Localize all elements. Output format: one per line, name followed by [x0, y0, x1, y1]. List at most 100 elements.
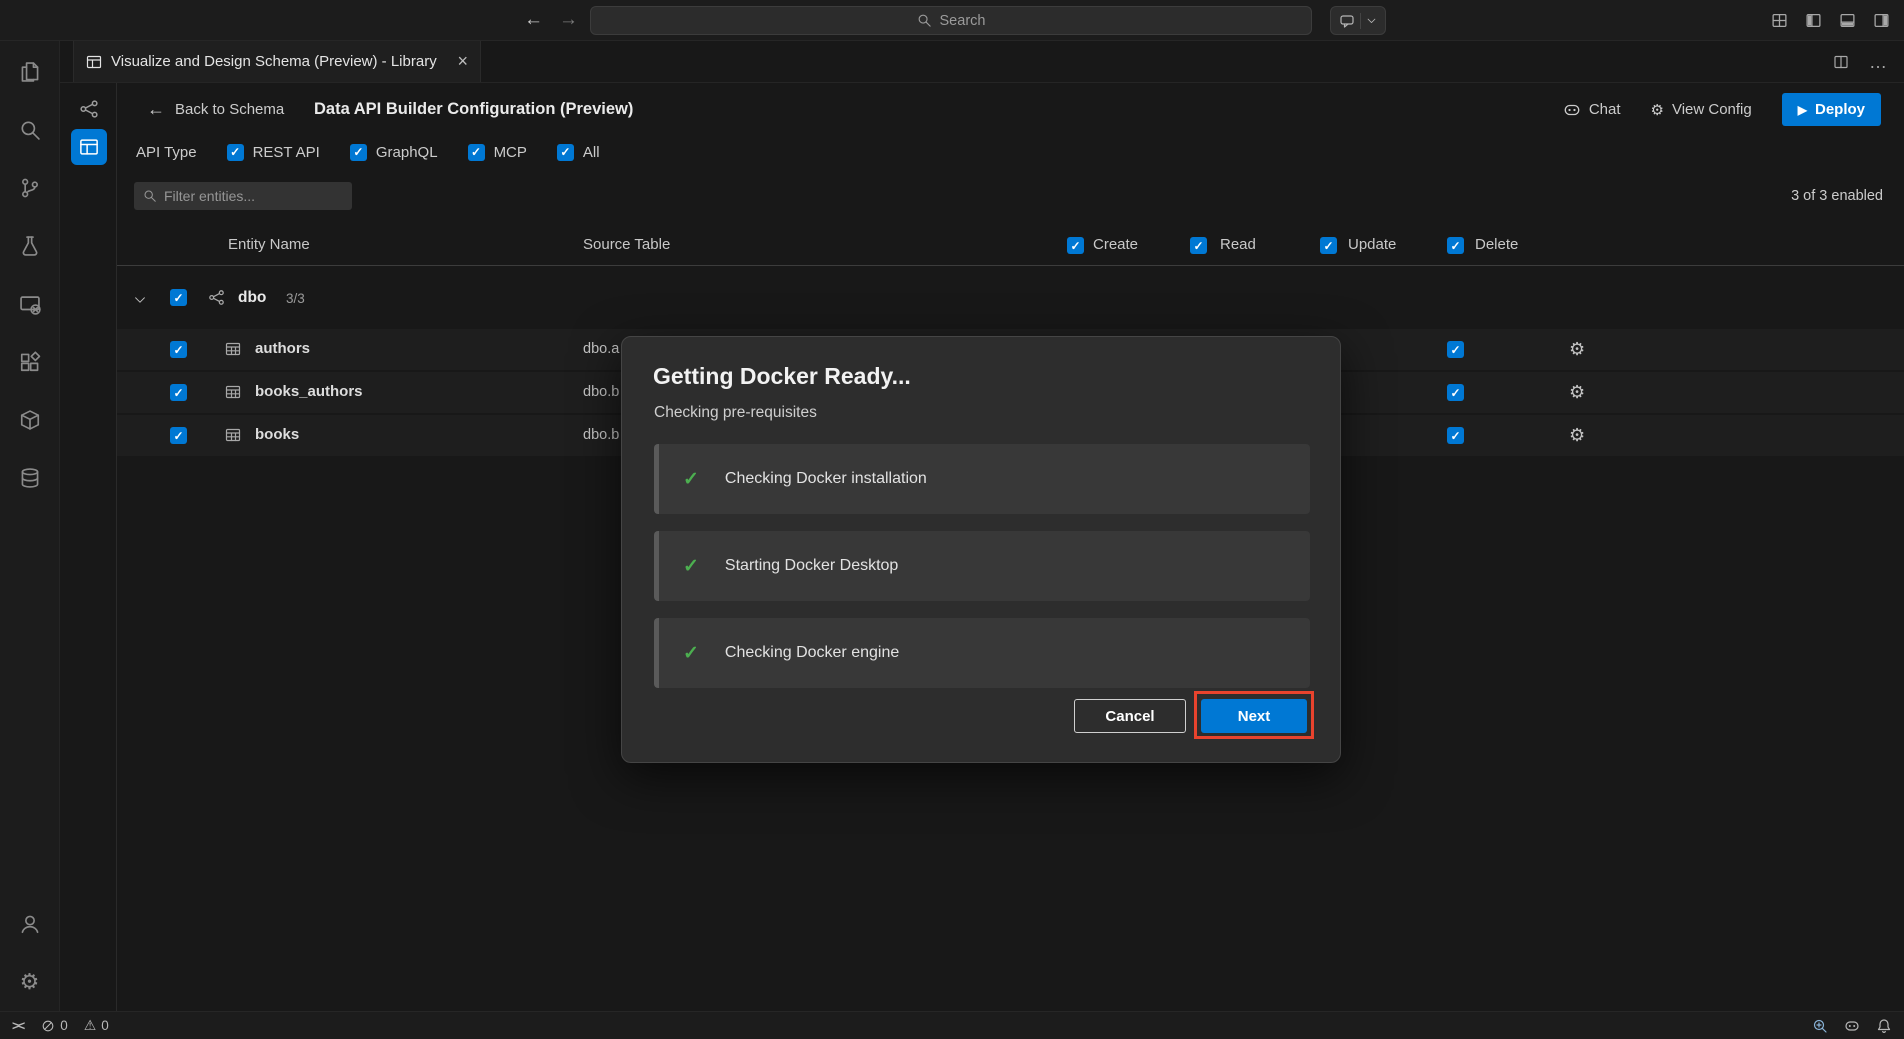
search-placeholder: Search: [940, 13, 986, 29]
delete-checkbox[interactable]: [1447, 427, 1464, 444]
mcp-checkbox[interactable]: MCP: [468, 144, 527, 161]
toggle-panel-icon[interactable]: [1839, 12, 1856, 29]
back-to-schema-link[interactable]: ← Back to Schema: [147, 99, 284, 120]
remote-explorer-icon[interactable]: [0, 275, 60, 333]
source-table: dbo.b: [583, 384, 619, 400]
table-header: Entity Name Source Table Create Read Upd…: [117, 226, 1904, 266]
checkbox-checked[interactable]: [557, 144, 574, 161]
row-checkbox[interactable]: [170, 384, 187, 401]
close-icon[interactable]: ×: [457, 51, 468, 72]
dab-config-icon[interactable]: [71, 129, 107, 165]
rest-api-checkbox[interactable]: REST API: [227, 144, 320, 161]
command-center-search[interactable]: Search: [590, 6, 1312, 35]
back-arrow-icon[interactable]: ←: [524, 9, 543, 31]
dialog-title: Getting Docker Ready...: [653, 363, 911, 390]
notifications-bell-icon[interactable]: [1876, 1018, 1892, 1034]
api-type-row: API Type REST API GraphQL MCP: [136, 140, 600, 164]
back-arrow-icon: ←: [147, 99, 165, 120]
chevron-down-icon: [1366, 15, 1377, 26]
toggle-secondary-sidebar-icon[interactable]: [1873, 12, 1890, 29]
table-icon: [225, 384, 241, 400]
table-icon: [225, 427, 241, 443]
step-label: Checking Docker installation: [725, 470, 927, 488]
col-entity-name: Entity Name: [228, 236, 310, 253]
delete-checkbox[interactable]: [1447, 384, 1464, 401]
col-read: Read: [1220, 236, 1256, 253]
delete-all-checkbox[interactable]: [1447, 237, 1464, 254]
schema-table-icon: [86, 54, 102, 70]
graphql-checkbox[interactable]: GraphQL: [350, 144, 438, 161]
checkbox-checked[interactable]: [350, 144, 367, 161]
next-button[interactable]: Next: [1201, 699, 1307, 733]
chat-button[interactable]: Chat: [1563, 101, 1621, 119]
titlebar-layout-controls: [1771, 12, 1890, 29]
chat-bubble-icon: [1339, 13, 1355, 29]
group-name: dbo: [238, 289, 266, 307]
customize-layout-icon[interactable]: [1771, 12, 1788, 29]
settings-gear-icon[interactable]: ⚙: [0, 953, 60, 1011]
copilot-status-icon[interactable]: [1844, 1018, 1860, 1034]
update-all-checkbox[interactable]: [1320, 237, 1337, 254]
source-control-icon[interactable]: [0, 159, 60, 217]
toggle-primary-sidebar-icon[interactable]: [1805, 12, 1822, 29]
status-bar: >< 0 ⚠ 0: [0, 1011, 1904, 1039]
row-settings-gear-icon[interactable]: ⚙: [1569, 340, 1585, 358]
checkbox-checked[interactable]: [227, 144, 244, 161]
database-icon[interactable]: [0, 449, 60, 507]
entity-name: books: [255, 426, 299, 443]
forward-arrow-icon[interactable]: →: [559, 9, 578, 31]
tab-visualize-design-schema[interactable]: Visualize and Design Schema (Preview) - …: [73, 41, 481, 82]
row-checkbox[interactable]: [170, 427, 187, 444]
tab-title: Visualize and Design Schema (Preview) - …: [111, 53, 437, 70]
group-checkbox[interactable]: [170, 289, 187, 306]
split-editor-icon[interactable]: [1833, 54, 1849, 70]
tabbar-actions: …: [1833, 41, 1888, 83]
check-icon: ✓: [683, 468, 699, 491]
table-icon: [225, 341, 241, 357]
dialog-subtitle: Checking pre-requisites: [654, 404, 817, 422]
step-docker-engine: ✓ Checking Docker engine: [654, 618, 1310, 688]
docker-ready-dialog: Getting Docker Ready... Checking pre-req…: [621, 336, 1341, 763]
mcp-label: MCP: [494, 144, 527, 161]
entity-name: books_authors: [255, 383, 363, 400]
row-settings-gear-icon[interactable]: ⚙: [1569, 426, 1585, 444]
warnings-status[interactable]: ⚠ 0: [84, 1017, 109, 1034]
account-icon[interactable]: [0, 895, 60, 953]
filter-entities-input[interactable]: [134, 182, 352, 210]
all-checkbox[interactable]: All: [557, 144, 600, 161]
delete-checkbox[interactable]: [1447, 341, 1464, 358]
checkbox-checked[interactable]: [468, 144, 485, 161]
cancel-button[interactable]: Cancel: [1074, 699, 1186, 733]
check-icon: ✓: [683, 642, 699, 665]
view-config-label: View Config: [1672, 101, 1752, 118]
col-update: Update: [1348, 236, 1396, 253]
read-all-checkbox[interactable]: [1190, 237, 1207, 254]
explorer-icon[interactable]: [0, 43, 60, 101]
page-title: Data API Builder Configuration (Preview): [314, 100, 633, 119]
error-icon: [41, 1019, 55, 1033]
col-source-table: Source Table: [583, 236, 670, 253]
view-config-button[interactable]: ⚙ View Config: [1651, 101, 1752, 119]
row-checkbox[interactable]: [170, 341, 187, 358]
schema-group-row[interactable]: dbo 3/3: [117, 273, 1904, 323]
history-nav: ← →: [524, 9, 578, 31]
schema-visualize-icon[interactable]: [71, 91, 107, 127]
back-label: Back to Schema: [175, 101, 284, 118]
search-sidebar-icon[interactable]: [0, 101, 60, 159]
extensions-icon[interactable]: [0, 333, 60, 391]
check-icon: ✓: [683, 555, 699, 578]
remote-indicator-icon[interactable]: ><: [12, 1018, 23, 1033]
test-flask-icon[interactable]: [0, 217, 60, 275]
deploy-button[interactable]: ▶ Deploy: [1782, 93, 1881, 126]
chevron-down-icon[interactable]: [133, 293, 147, 307]
row-settings-gear-icon[interactable]: ⚙: [1569, 383, 1585, 401]
divider: [1360, 13, 1361, 29]
col-delete: Delete: [1475, 236, 1518, 253]
docker-package-icon[interactable]: [0, 391, 60, 449]
errors-status[interactable]: 0: [41, 1018, 68, 1033]
zoom-in-icon[interactable]: [1812, 1018, 1828, 1034]
copilot-menu-button[interactable]: [1330, 6, 1386, 35]
more-actions-icon[interactable]: …: [1869, 52, 1888, 73]
designer-toolbar: [60, 83, 117, 1011]
create-all-checkbox[interactable]: [1067, 237, 1084, 254]
